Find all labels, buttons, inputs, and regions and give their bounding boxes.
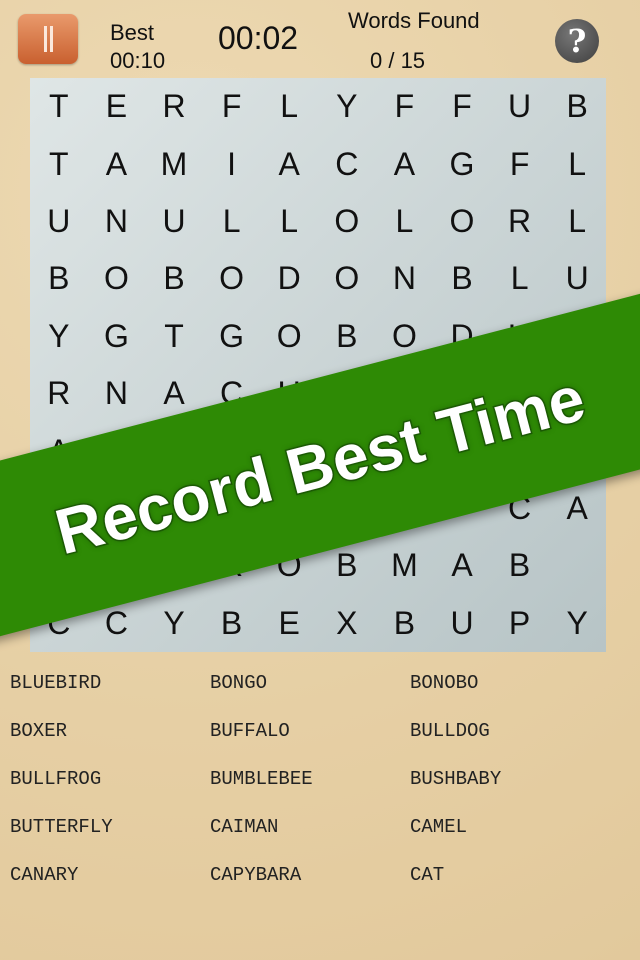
grid-cell[interactable]: O <box>433 193 491 250</box>
grid-cell[interactable]: E <box>260 595 318 652</box>
grid-cell[interactable]: L <box>548 135 606 192</box>
grid-cell[interactable]: O <box>203 250 261 307</box>
grid-cell[interactable]: F <box>433 78 491 135</box>
words-found-count: 0 / 15 <box>370 48 426 73</box>
grid-cell[interactable]: F <box>203 78 261 135</box>
grid-cell[interactable]: L <box>203 193 261 250</box>
words-found-label: Words Found <box>348 8 480 33</box>
grid-cell[interactable]: B <box>491 537 549 594</box>
grid-cell[interactable] <box>548 537 606 594</box>
grid-cell[interactable]: L <box>260 78 318 135</box>
word-list-item: BLUEBIRD <box>10 672 102 694</box>
grid-cell[interactable]: T <box>30 78 88 135</box>
grid-cell[interactable]: T <box>30 135 88 192</box>
grid-cell[interactable]: C <box>318 135 376 192</box>
grid-cell[interactable]: F <box>491 135 549 192</box>
grid-cell[interactable]: R <box>30 365 88 422</box>
help-button[interactable]: ? <box>555 19 599 63</box>
word-list-item: BULLDOG <box>410 720 490 742</box>
grid-cell[interactable]: I <box>203 135 261 192</box>
word-list-item: CANARY <box>10 864 79 886</box>
grid-cell[interactable]: R <box>145 78 203 135</box>
timer: 00:02 <box>218 20 299 56</box>
grid-cell[interactable]: B <box>433 250 491 307</box>
grid-cell[interactable]: A <box>376 135 434 192</box>
pause-icon <box>44 26 47 52</box>
question-icon: ? <box>567 22 587 60</box>
grid-cell[interactable]: R <box>491 193 549 250</box>
pause-icon-bar <box>50 26 53 52</box>
grid-cell[interactable]: D <box>260 250 318 307</box>
grid-cell[interactable]: A <box>88 135 146 192</box>
word-list-item: CAIMAN <box>210 816 279 838</box>
word-list-item: BULLFROG <box>10 768 102 790</box>
grid-cell[interactable]: Y <box>145 595 203 652</box>
grid-cell[interactable]: O <box>318 193 376 250</box>
best-time: 00:10 <box>110 48 166 73</box>
grid-cell[interactable]: P <box>491 595 549 652</box>
grid-cell[interactable]: E <box>88 78 146 135</box>
grid-cell[interactable]: M <box>376 537 434 594</box>
grid-cell[interactable]: B <box>203 595 261 652</box>
grid-cell[interactable]: N <box>88 365 146 422</box>
grid-cell[interactable]: B <box>318 308 376 365</box>
grid-cell[interactable]: N <box>88 193 146 250</box>
word-list-item: BUMBLEBEE <box>210 768 313 790</box>
grid-cell[interactable]: L <box>548 193 606 250</box>
word-list-item: BONGO <box>210 672 268 694</box>
word-list-item: BUFFALO <box>210 720 290 742</box>
grid-cell[interactable]: N <box>376 250 434 307</box>
grid-cell[interactable]: G <box>433 135 491 192</box>
word-list-item: CAT <box>410 864 445 886</box>
grid-cell[interactable]: O <box>88 250 146 307</box>
grid-cell[interactable]: B <box>548 78 606 135</box>
grid-cell[interactable]: Y <box>548 595 606 652</box>
grid-cell[interactable]: B <box>376 595 434 652</box>
word-list: BLUEBIRD BONGO BONOBO BOXER BUFFALO BULLDOG BU… <box>0 668 600 908</box>
word-list-item: BONOBO <box>410 672 479 694</box>
grid-cell[interactable]: B <box>30 250 88 307</box>
word-list-item: CAMEL <box>410 816 468 838</box>
grid-cell[interactable]: X <box>318 595 376 652</box>
grid-cell[interactable]: U <box>433 595 491 652</box>
word-list-item: CAPYBARA <box>210 864 302 886</box>
grid-cell[interactable]: L <box>260 193 318 250</box>
grid-cell[interactable]: U <box>548 250 606 307</box>
grid-cell[interactable]: Y <box>30 308 88 365</box>
grid-cell[interactable]: G <box>203 308 261 365</box>
grid-cell[interactable]: L <box>491 250 549 307</box>
grid-cell[interactable]: O <box>260 308 318 365</box>
grid-cell[interactable]: L <box>376 193 434 250</box>
word-list-item: BUSHBABY <box>410 768 502 790</box>
grid-cell[interactable]: O <box>318 250 376 307</box>
grid-cell[interactable]: A <box>260 135 318 192</box>
pause-button[interactable] <box>18 14 78 64</box>
grid-cell[interactable]: M <box>145 135 203 192</box>
grid-cell[interactable]: Y <box>318 78 376 135</box>
grid-cell[interactable]: U <box>30 193 88 250</box>
best-label: Best <box>110 20 155 45</box>
grid-cell[interactable]: A <box>433 537 491 594</box>
word-list-item: BOXER <box>10 720 68 742</box>
grid-cell[interactable]: F <box>376 78 434 135</box>
grid-cell[interactable]: G <box>88 308 146 365</box>
grid-cell[interactable]: B <box>145 250 203 307</box>
word-list-item: BUTTERFLY <box>10 816 113 838</box>
grid-cell[interactable]: U <box>145 193 203 250</box>
grid-cell[interactable]: U <box>491 78 549 135</box>
grid-cell[interactable]: T <box>145 308 203 365</box>
